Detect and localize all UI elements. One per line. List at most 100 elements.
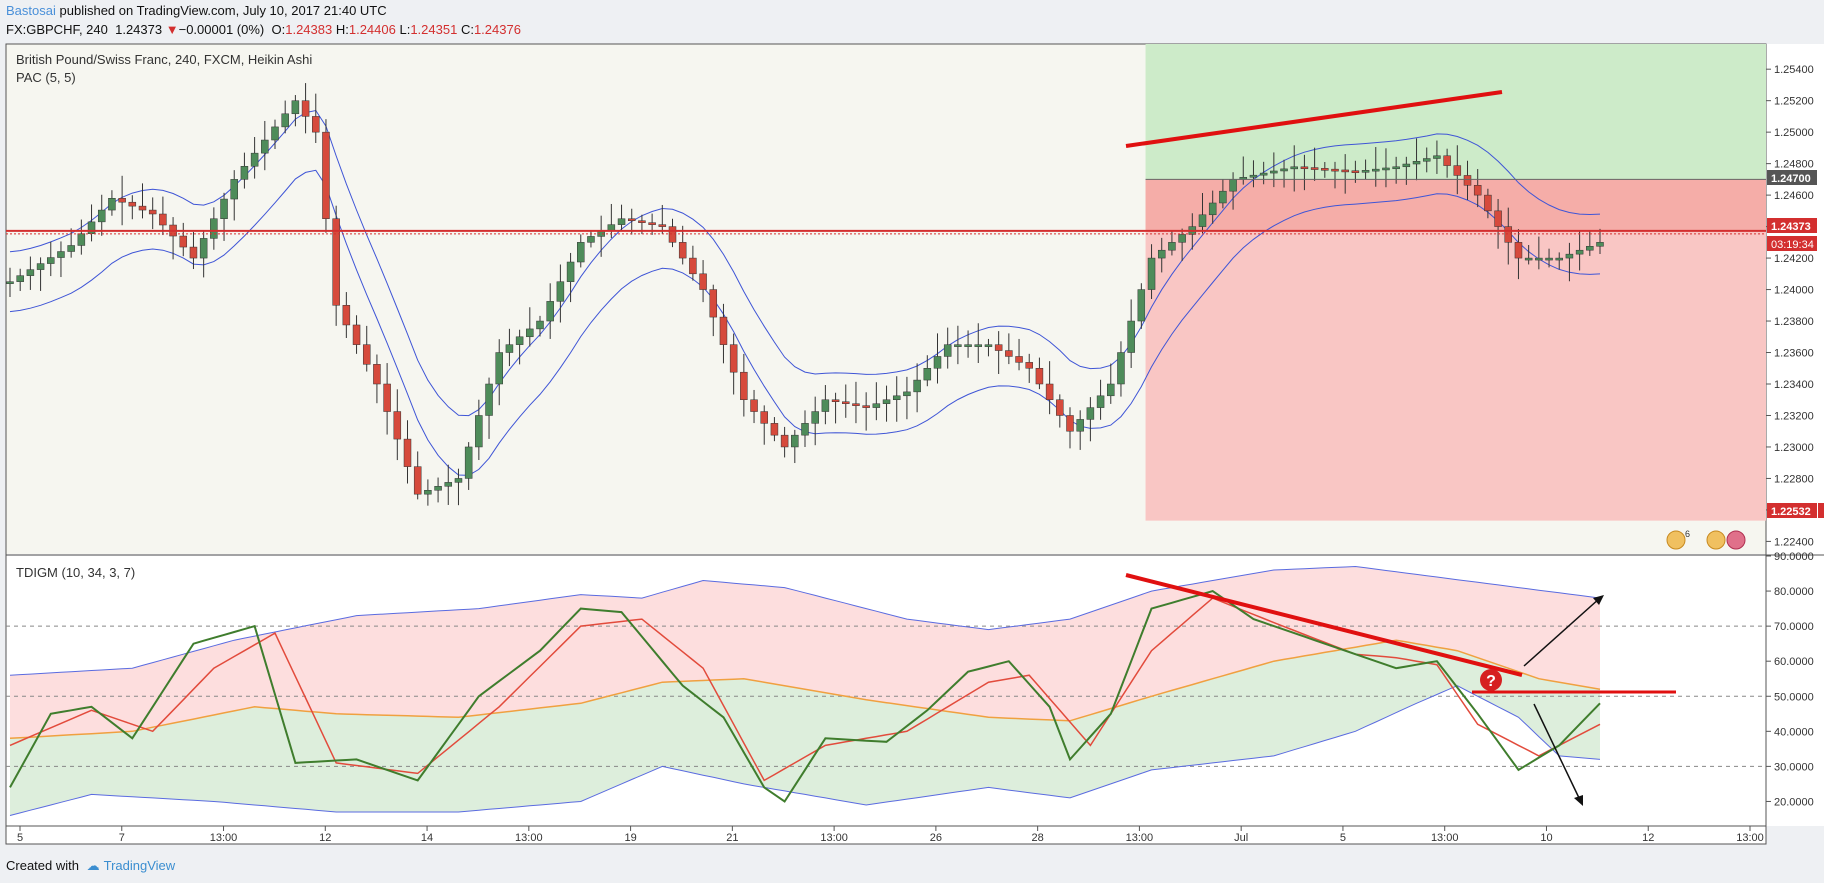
- bull-candle: [933, 356, 942, 369]
- bull-candle: [974, 344, 983, 347]
- bull-candle: [1575, 249, 1584, 255]
- bear-candle: [1310, 167, 1319, 170]
- bull-candle: [271, 126, 279, 141]
- bull-candle: [1586, 246, 1594, 251]
- uk-flag-icon[interactable]: [1706, 530, 1726, 550]
- bear-candle: [862, 405, 870, 408]
- chart-area[interactable]: British Pound/Swiss Franc, 240, FXCM, He…: [0, 0, 1824, 883]
- tradingview-logo-icon[interactable]: ☁: [87, 858, 100, 873]
- bull-candle: [36, 263, 45, 270]
- bull-candle: [434, 486, 442, 491]
- bull-candle: [464, 446, 473, 479]
- bear-candle: [689, 257, 697, 275]
- price-tick-label: 1.23600: [1774, 348, 1814, 360]
- bull-candle: [1596, 242, 1604, 247]
- bear-candle: [1025, 362, 1033, 369]
- bear-candle: [352, 324, 361, 345]
- bear-candle: [179, 235, 188, 248]
- bear-candle: [648, 222, 656, 225]
- price-tick-label: 1.25000: [1774, 127, 1814, 139]
- bull-candle: [1117, 352, 1125, 385]
- bull-candle: [67, 245, 75, 252]
- bull-candle: [536, 320, 544, 330]
- bear-candle: [719, 316, 728, 345]
- bear-candle: [342, 305, 351, 326]
- pac-indicator-label: PAC (5, 5): [16, 70, 76, 85]
- bull-candle: [1382, 167, 1390, 171]
- bull-candle: [6, 281, 14, 284]
- oscillator-tick-label: 30.0000: [1774, 761, 1814, 773]
- bear-candle: [1321, 168, 1329, 171]
- profit-zone: [1145, 44, 1766, 180]
- x-axis-background: [6, 826, 1766, 844]
- bull-candle: [1259, 172, 1268, 176]
- bull-candle: [1433, 155, 1441, 159]
- price-tick-label: 1.22400: [1774, 536, 1814, 548]
- bull-candle: [607, 224, 616, 231]
- bear-candle: [413, 466, 422, 495]
- bear-candle: [1056, 399, 1064, 416]
- bull-candle: [291, 100, 300, 115]
- bull-candle: [1270, 170, 1278, 174]
- price-tick-label: 1.23800: [1774, 316, 1814, 328]
- bull-candle: [964, 344, 972, 347]
- bear-candle: [1514, 242, 1523, 259]
- bear-candle: [678, 242, 687, 259]
- price-tick-label: 1.22800: [1774, 473, 1814, 485]
- bear-candle: [709, 289, 718, 318]
- bear-candle: [770, 423, 779, 436]
- x-tick-label: 13:00: [1431, 832, 1459, 844]
- bear-candle: [699, 273, 707, 290]
- bear-candle: [627, 218, 636, 221]
- bull-candle: [26, 269, 35, 276]
- x-tick-label: 28: [1032, 832, 1044, 844]
- bull-candle: [526, 328, 534, 338]
- x-tick-label: 12: [319, 832, 331, 844]
- bull-candle: [566, 261, 575, 282]
- x-tick-label: 26: [930, 832, 942, 844]
- bear-candle: [729, 344, 738, 373]
- bull-candle: [801, 423, 809, 436]
- bull-candle: [1402, 163, 1411, 168]
- bear-candle: [638, 220, 646, 223]
- bear-candle: [780, 434, 789, 448]
- x-tick-label: 13:00: [1736, 832, 1764, 844]
- bull-candle: [240, 166, 249, 180]
- price-tick-label: 1.25200: [1774, 96, 1814, 108]
- bear-candle: [750, 399, 758, 412]
- x-tick-label: 7: [119, 832, 125, 844]
- bull-candle: [515, 336, 524, 345]
- stop-tab: [1818, 503, 1824, 518]
- oscillator-tick-label: 60.0000: [1774, 656, 1814, 668]
- bull-candle: [261, 139, 269, 154]
- event-flag-icon[interactable]: [1666, 530, 1686, 550]
- bull-candle: [1412, 161, 1421, 165]
- bull-candle: [943, 344, 952, 357]
- bull-candle: [791, 434, 799, 448]
- bull-candle: [1280, 168, 1288, 172]
- bear-candle: [383, 383, 391, 412]
- tradingview-brand[interactable]: TradingView: [104, 858, 176, 873]
- oscillator-tick-label: 40.0000: [1774, 726, 1814, 738]
- position-zones: [1145, 44, 1766, 521]
- uk-flag-icon-2[interactable]: [1726, 530, 1746, 550]
- bear-candle: [852, 403, 860, 406]
- bear-candle: [1453, 165, 1462, 176]
- bull-candle: [1535, 257, 1543, 261]
- price-tick-label: 1.23400: [1774, 379, 1814, 391]
- bear-candle: [658, 224, 667, 227]
- bear-candle: [1045, 383, 1054, 400]
- bear-candle: [301, 100, 310, 117]
- bull-candle: [1096, 395, 1105, 408]
- price-tick-label: 1.24600: [1774, 190, 1814, 202]
- bull-candle: [485, 383, 493, 416]
- bull-candle: [230, 179, 238, 200]
- bear-candle: [1300, 166, 1309, 170]
- price-tick-label: 1.23200: [1774, 410, 1814, 422]
- bear-candle: [128, 201, 137, 207]
- bull-candle: [1178, 234, 1186, 243]
- bull-candle: [1249, 174, 1258, 178]
- bull-candle: [1229, 179, 1237, 192]
- bear-candle: [831, 399, 840, 402]
- bull-candle: [1524, 257, 1533, 261]
